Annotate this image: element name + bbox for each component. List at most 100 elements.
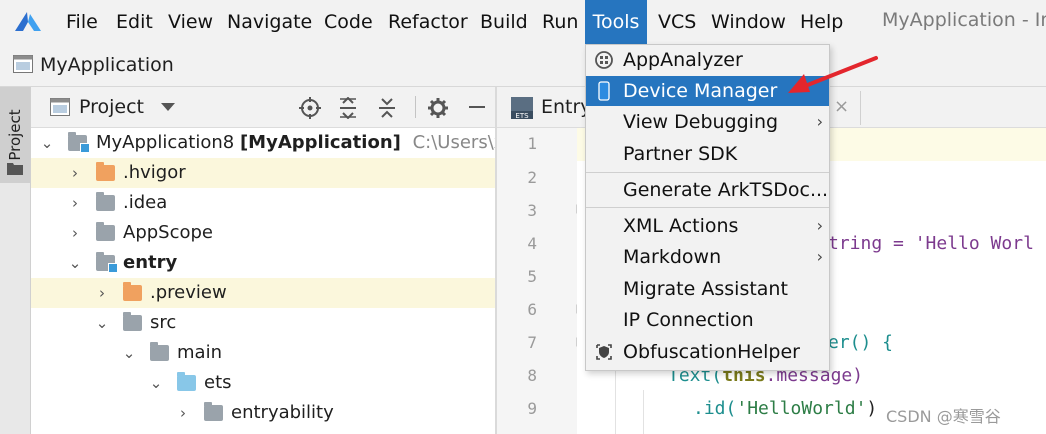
folder-icon: [123, 282, 142, 301]
menu-bar: File Edit View Navigate Code Refactor Bu…: [0, 0, 1046, 44]
tree-row-appscope[interactable]: › AppScope: [31, 218, 495, 248]
menu-item-label: Migrate Assistant: [623, 278, 788, 300]
menu-navigate[interactable]: Navigate: [227, 0, 312, 44]
svg-text:ETS: ETS: [515, 112, 529, 119]
folder-icon: [7, 163, 23, 175]
tree-label: entry: [123, 252, 178, 273]
device-phone-icon: [598, 81, 610, 101]
header-separator: [415, 96, 416, 118]
locate-file-icon[interactable]: [299, 97, 321, 119]
tree-row-idea[interactable]: › .idea: [31, 188, 495, 218]
chevron-down-icon[interactable]: ⌄: [68, 248, 82, 278]
menu-item-label: ObfuscationHelper: [623, 341, 800, 363]
tree-row-main[interactable]: ⌄ main: [31, 338, 495, 368]
project-view-selector[interactable]: Project: [79, 87, 144, 127]
line-number: 9: [527, 399, 537, 418]
menu-window[interactable]: Window: [711, 0, 786, 44]
watermark: CSDN @寒雪谷: [886, 407, 1001, 426]
menu-tools[interactable]: Tools: [585, 0, 647, 44]
tree-label: .hvigor: [123, 162, 186, 183]
tree-row-entry[interactable]: ⌄ entry: [31, 248, 495, 278]
line-number: 4: [527, 234, 537, 253]
gear-icon[interactable]: [427, 97, 449, 119]
collapse-all-icon[interactable]: [377, 97, 397, 119]
tree-row-entryability[interactable]: › entryability: [31, 398, 495, 428]
app-logo-icon: [15, 12, 41, 31]
folder-icon: [150, 342, 169, 361]
menu-item-migrate-assistant[interactable]: Migrate Assistant: [586, 274, 829, 304]
annotation-arrow: [788, 56, 878, 93]
line-number: 7: [527, 333, 537, 352]
breadcrumb: MyApplication: [0, 44, 1046, 87]
menu-item-generate-arktsdoc[interactable]: Generate ArkTSDoc...: [586, 175, 829, 205]
menu-item-ip-connection[interactable]: IP Connection: [586, 305, 829, 335]
menu-item-label: XML Actions: [623, 215, 739, 237]
tree-root-path: C:\Users\xiu: [412, 132, 495, 153]
code-line-7: er() {: [828, 332, 894, 353]
menu-item-xml-actions[interactable]: XML Actions ›: [586, 211, 829, 241]
line-number: 5: [527, 267, 537, 286]
code-token: .id(: [693, 398, 737, 419]
menu-code[interactable]: Code: [324, 0, 373, 44]
app-analyzer-icon: [595, 51, 613, 69]
menu-build[interactable]: Build: [480, 0, 528, 44]
chevron-right-icon[interactable]: ›: [68, 218, 82, 248]
breadcrumb-project[interactable]: MyApplication: [40, 44, 174, 86]
ets-file-icon: ETS: [511, 97, 533, 119]
chevron-down-icon[interactable]: ⌄: [149, 368, 163, 398]
tree-row-hvigor[interactable]: › .hvigor: [31, 158, 495, 188]
menu-item-markdown[interactable]: Markdown ›: [586, 242, 829, 272]
menu-separator: [586, 172, 829, 173]
code-token: 'HelloWorld': [736, 398, 867, 419]
project-view-icon: [50, 98, 70, 116]
folder-icon: [204, 402, 223, 421]
chevron-right-icon[interactable]: ›: [176, 398, 190, 428]
menu-item-label: View Debugging: [623, 111, 779, 133]
project-module-icon: [13, 55, 33, 73]
menu-item-label: IP Connection: [623, 309, 754, 331]
menu-help[interactable]: Help: [800, 0, 843, 44]
line-number: 2: [527, 168, 537, 187]
submenu-arrow-icon: ›: [816, 112, 823, 131]
chevron-down-icon[interactable]: ⌄: [40, 128, 54, 158]
menu-view[interactable]: View: [168, 0, 213, 44]
line-number: 8: [527, 366, 537, 385]
menu-vcs[interactable]: VCS: [658, 0, 696, 44]
tree-label: AppScope: [123, 222, 213, 243]
chevron-down-icon[interactable]: ⌄: [122, 338, 136, 368]
tree-label: entryability: [231, 402, 334, 423]
submenu-arrow-icon: ›: [816, 247, 823, 266]
submenu-arrow-icon: ›: [816, 216, 823, 235]
folder-icon: [96, 162, 115, 181]
menu-item-view-debugging[interactable]: View Debugging ›: [586, 107, 829, 137]
chevron-right-icon[interactable]: ›: [68, 188, 82, 218]
tree-row-preview[interactable]: › .preview: [31, 278, 495, 308]
expand-all-icon[interactable]: [338, 97, 358, 119]
menu-file[interactable]: File: [66, 0, 98, 44]
tool-window-strip: Project: [0, 87, 31, 434]
module-folder-icon: [68, 132, 90, 153]
tree-label: MyApplication8 [MyApplication] C:\Users\…: [96, 128, 495, 158]
menu-item-partner-sdk[interactable]: Partner SDK: [586, 139, 829, 169]
project-tool-tab[interactable]: Project: [0, 87, 30, 183]
tree-row-root[interactable]: ⌄ MyApplication8 [MyApplication] C:\User…: [31, 128, 495, 158]
menu-item-obfuscation-helper[interactable]: ObfuscationHelper: [586, 337, 829, 367]
tree-row-ets[interactable]: ⌄ ets: [31, 368, 495, 398]
chevron-right-icon[interactable]: ›: [68, 158, 82, 188]
menu-edit[interactable]: Edit: [116, 0, 153, 44]
line-number: 6: [527, 300, 537, 319]
minimize-icon[interactable]: [469, 106, 485, 108]
project-tree: ⌄ MyApplication8 [MyApplication] C:\User…: [31, 128, 495, 434]
chevron-down-icon[interactable]: ⌄: [95, 308, 109, 338]
module-folder-icon: [96, 252, 118, 273]
source-folder-icon: [177, 372, 196, 391]
folder-icon: [123, 312, 142, 331]
tree-row-src[interactable]: ⌄ src: [31, 308, 495, 338]
tree-label: main: [177, 342, 222, 363]
chevron-right-icon[interactable]: ›: [95, 278, 109, 308]
editor-tab-entry[interactable]: Entry: [541, 87, 592, 127]
chevron-down-icon[interactable]: [161, 103, 175, 112]
shield-icon: [596, 344, 612, 360]
menu-refactor[interactable]: Refactor: [388, 0, 468, 44]
menu-run[interactable]: Run: [542, 0, 578, 44]
